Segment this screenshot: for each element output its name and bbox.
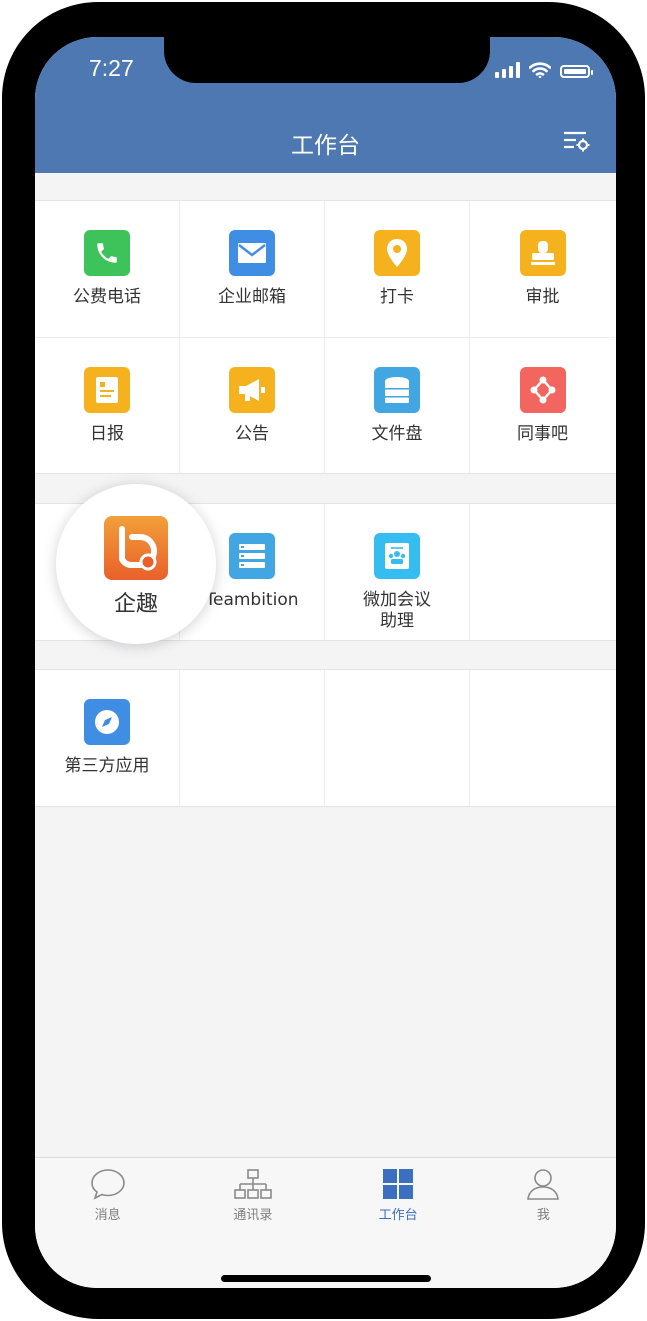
empty-tile [470,504,615,640]
app-label: 微加会议 助理 [363,590,431,632]
tab-label: 工作台 [378,1208,418,1223]
report-icon [84,367,130,413]
mail-icon [229,230,275,276]
app-label: 文件盘 [371,424,423,444]
app-tile-file-disk[interactable]: 文件盘 [325,337,470,473]
phone-icon [84,230,130,276]
screen: 7:27 工作台 公费电话 企业邮箱 打卡 审批 日报 公告 文件盘 同事吧 T… [35,37,616,1288]
app-label: 企趣 [113,592,158,617]
app-label: 同事吧 [517,424,568,444]
app-tile-meeting-assistant[interactable]: 微加会议 助理 [325,504,470,640]
tab-label: 我 [536,1208,550,1223]
app-label-line: 微加会议 [363,590,431,610]
phone-frame: 7:27 工作台 公费电话 企业邮箱 打卡 审批 日报 公告 文件盘 同事吧 T… [2,2,645,1319]
app-tile-public-phone[interactable]: 公费电话 [35,201,180,337]
app-tile-enterprise-mail[interactable]: 企业邮箱 [180,201,325,337]
app-tile-clock-in[interactable]: 打卡 [325,201,470,337]
section-apps-third-party: 第三方应用 [35,669,616,807]
org-chart-icon [234,1169,272,1199]
app-tile-announcement[interactable]: 公告 [180,337,325,473]
empty-tile [470,670,615,806]
app-label: 打卡 [380,287,414,307]
network-icon [519,367,566,413]
tab-label: 通讯录 [233,1208,273,1223]
meeting-assistant-icon [374,533,420,579]
app-label: 第三方应用 [64,756,150,776]
compass-icon [84,699,130,745]
empty-tile [180,670,325,806]
tab-messages[interactable]: 消息 [35,1158,180,1230]
app-tile-qiqu[interactable]: 企趣 [56,484,216,644]
megaphone-icon [229,367,275,413]
wifi-icon [529,62,551,78]
section-apps-main: 公费电话 企业邮箱 打卡 审批 日报 公告 文件盘 同事吧 [35,200,616,474]
stamp-icon [519,230,566,276]
app-label-line: 助理 [380,611,414,631]
app-tile-colleague-bar[interactable]: 同事吧 [470,337,615,473]
grid-icon [383,1169,414,1199]
app-tile-third-party-apps[interactable]: 第三方应用 [35,670,180,806]
person-icon [527,1169,560,1200]
app-tile-daily-report[interactable]: 日报 [35,337,180,473]
tab-me[interactable]: 我 [471,1158,616,1230]
page-title: 工作台 [291,133,360,159]
chat-bubble-icon [90,1169,125,1200]
tab-contacts[interactable]: 通讯录 [180,1158,325,1230]
home-indicator[interactable] [221,1275,431,1282]
status-time: 7:27 [89,55,134,81]
disk-icon [374,367,420,413]
app-label: 日报 [90,424,124,444]
app-label: 公告 [235,424,269,444]
status-icons [495,62,593,78]
app-label: Teambition [205,590,299,610]
location-pin-icon [374,230,420,276]
tab-label: 消息 [94,1208,121,1223]
signal-icon [495,62,520,78]
teambition-icon [229,533,275,579]
battery-icon [560,65,593,78]
app-label: 企业邮箱 [218,287,286,307]
app-label: 审批 [525,287,560,307]
app-tile-approval[interactable]: 审批 [470,201,615,337]
qiqu-icon [104,516,168,580]
bottom-tab-bar: 消息 通讯录 工作台 我 [35,1157,616,1288]
empty-tile [325,670,470,806]
settings-sliders-icon[interactable] [562,127,590,155]
notch [164,35,490,83]
tab-workbench[interactable]: 工作台 [326,1158,471,1230]
app-label: 公费电话 [73,287,141,307]
